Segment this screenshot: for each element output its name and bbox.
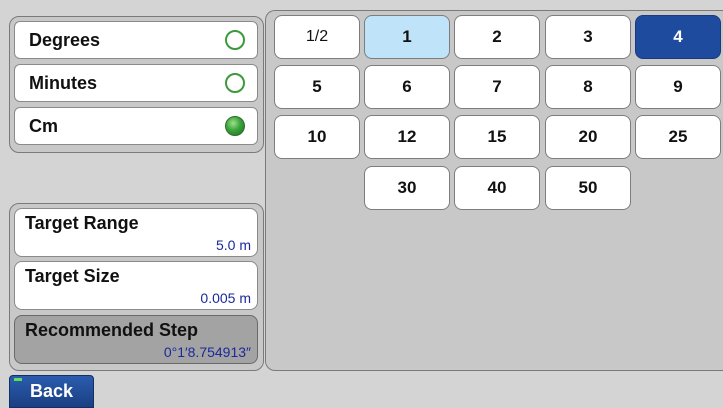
target-size-label: Target Size [25,266,120,286]
indicator-led-icon [14,378,22,381]
step-button-25[interactable]: 25 [635,115,721,159]
step-button-12[interactable]: 12 [364,115,450,159]
top-bar-cutoff-title [0,0,723,8]
target-range-field[interactable]: Target Range 5.0 m [14,208,258,257]
step-button-4[interactable]: 4 [635,15,721,59]
recommended-step-value: 0°1′8.754913″ [163,344,251,360]
unit-option-minutes[interactable]: Minutes [14,64,258,102]
step-button-3[interactable]: 3 [545,15,631,59]
step-button-9[interactable]: 9 [635,65,721,109]
back-button[interactable]: Back [9,375,94,408]
target-range-value: 5.0 m [215,237,251,253]
step-button-30[interactable]: 30 [364,166,450,210]
recommended-step-label: Recommended Step [25,320,199,340]
step-button-20[interactable]: 20 [545,115,631,159]
unit-option-degrees[interactable]: Degrees [14,21,258,59]
step-button-10[interactable]: 10 [274,115,360,159]
target-range-label: Target Range [25,213,139,233]
unit-label: Minutes [29,72,98,93]
radio-icon[interactable] [225,30,245,50]
step-button-2[interactable]: 2 [454,15,540,59]
step-button-5[interactable]: 5 [274,65,360,109]
radio-icon[interactable] [225,73,245,93]
back-button-label: Back [29,381,74,401]
step-button-6[interactable]: 6 [364,65,450,109]
target-size-field[interactable]: Target Size 0.005 m [14,261,258,310]
step-button-15[interactable]: 15 [454,115,540,159]
target-size-value: 0.005 m [200,290,251,306]
step-button-1[interactable]: 1 [364,15,450,59]
units-panel: Degrees Minutes Cm [9,16,264,153]
step-button-7[interactable]: 7 [454,65,540,109]
step-button-50[interactable]: 50 [545,166,631,210]
unit-label: Degrees [29,29,101,50]
recommended-step-field: Recommended Step 0°1′8.754913″ [14,315,258,364]
unit-option-cm[interactable]: Cm [14,107,258,145]
radio-selected-icon[interactable] [225,116,245,136]
step-button-half[interactable]: 1/2 [274,15,360,59]
unit-label: Cm [29,115,59,136]
target-info-panel: Target Range 5.0 m Target Size 0.005 m R… [9,203,264,371]
step-button-40[interactable]: 40 [454,166,540,210]
step-button-8[interactable]: 8 [545,65,631,109]
step-grid-panel: 1/2 1 2 3 4 5 6 7 8 9 10 12 15 20 25 30 … [265,10,723,371]
